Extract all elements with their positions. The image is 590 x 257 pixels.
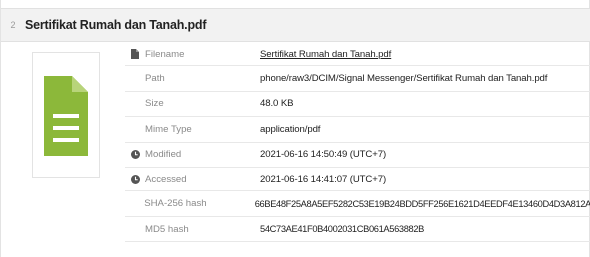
file-detail-panel: 2 Sertifikat Rumah dan Tanah.pdf Filenam… bbox=[0, 0, 590, 257]
row-path: Path phone/raw3/DCIM/Signal Messenger/Se… bbox=[125, 66, 590, 92]
metadata-table: Filename Sertifikat Rumah dan Tanah.pdf … bbox=[125, 43, 590, 243]
row-value: 2021-06-16 14:41:07 (UTC+7) bbox=[260, 173, 387, 185]
row-accessed: Accessed 2021-06-16 14:41:07 (UTC+7) bbox=[125, 168, 590, 192]
row-label: Path bbox=[145, 72, 165, 84]
file-thumbnail[interactable] bbox=[32, 52, 100, 178]
file-title: Sertifikat Rumah dan Tanah.pdf bbox=[25, 18, 207, 32]
filename-link[interactable]: Sertifikat Rumah dan Tanah.pdf bbox=[260, 49, 391, 60]
row-value: phone/raw3/DCIM/Signal Messenger/Sertifi… bbox=[260, 72, 548, 84]
row-filename: Filename Sertifikat Rumah dan Tanah.pdf bbox=[125, 43, 590, 67]
row-value: 66BE48F25A8A5EF5282C53E19B24BDD5FF256E16… bbox=[254, 198, 590, 209]
row-value: 48.0 KB bbox=[260, 98, 294, 110]
clock-icon bbox=[125, 150, 145, 160]
file-index: 2 bbox=[10, 20, 16, 30]
row-label: SHA-256 hash bbox=[144, 198, 207, 210]
row-label: MD5 hash bbox=[145, 223, 189, 235]
row-label: Mime Type bbox=[145, 123, 192, 135]
row-label: Modified bbox=[145, 149, 182, 161]
row-md5: MD5 hash 54C73AE41F0B4002031CB061A563882… bbox=[125, 217, 590, 243]
file-header: 2 Sertifikat Rumah dan Tanah.pdf bbox=[1, 8, 590, 42]
row-value: 54C73AE41F0B4002031CB061A563882B bbox=[260, 224, 425, 235]
file-icon bbox=[125, 49, 145, 60]
row-value: application/pdf bbox=[260, 123, 321, 135]
clock-icon bbox=[125, 174, 145, 184]
document-icon bbox=[44, 76, 88, 156]
row-label: Size bbox=[145, 98, 164, 110]
row-size: Size 48.0 KB bbox=[125, 92, 590, 118]
row-modified: Modified 2021-06-16 14:50:49 (UTC+7) bbox=[125, 143, 590, 169]
row-label: Filename bbox=[145, 48, 185, 60]
row-mime-type: Mime Type application/pdf bbox=[125, 117, 590, 143]
row-sha256: SHA-256 hash 66BE48F25A8A5EF5282C53E19B2… bbox=[125, 191, 590, 217]
row-label: Accessed bbox=[145, 173, 187, 185]
row-value: 2021-06-16 14:50:49 (UTC+7) bbox=[260, 149, 387, 161]
